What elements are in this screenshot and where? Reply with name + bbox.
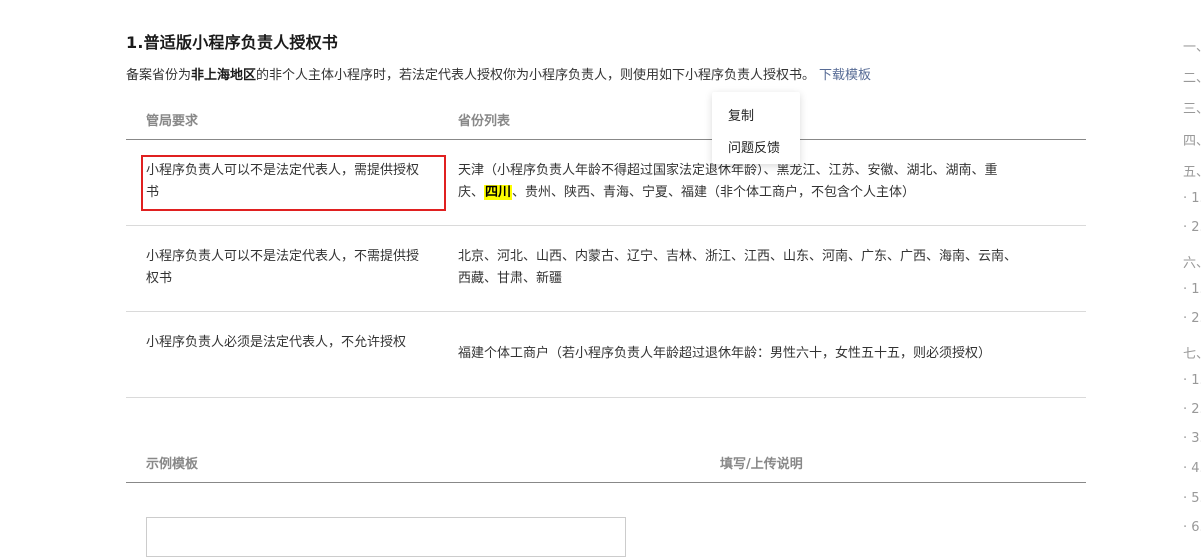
toc-item[interactable]: · 1. — [1183, 282, 1201, 297]
toc-item[interactable]: · 3. — [1183, 431, 1201, 446]
toc-item[interactable]: · 6. — [1183, 520, 1201, 535]
toc-item[interactable]: · 2. — [1183, 311, 1201, 326]
table-row-2-provinces: 北京、河北、山西、内蒙古、辽宁、吉林、浙江、江西、山东、河南、广东、广西、海南、… — [458, 246, 1078, 290]
row-divider — [126, 225, 1086, 226]
provinces-text: 庆、 — [458, 185, 485, 200]
row-divider — [126, 397, 1086, 398]
table-header-requirement: 管局要求 — [146, 114, 199, 129]
table-header-example: 示例模板 — [146, 457, 199, 472]
row-divider — [126, 311, 1086, 312]
toc-item[interactable]: · 2. — [1183, 402, 1201, 417]
provinces-line: 北京、河北、山西、内蒙古、辽宁、吉林、浙江、江西、山东、河南、广东、广西、海南、… — [458, 249, 1018, 264]
section-title: 1.普适版小程序负责人授权书 — [126, 33, 339, 52]
highlighted-text: 四川 — [484, 185, 513, 200]
intro-bold: 非上海地区 — [191, 68, 257, 83]
context-menu: 复制 问题反馈 — [712, 92, 800, 164]
intro-prefix: 备案省份为 — [126, 68, 192, 83]
toc-item[interactable]: 七、 — [1183, 343, 1201, 362]
toc-item[interactable]: · 5. — [1183, 491, 1201, 506]
table-row-2-requirement: 小程序负责人可以不是法定代表人，不需提供授权书 — [146, 249, 420, 286]
example-template-preview[interactable] — [146, 517, 626, 557]
toc-item[interactable]: · 1. — [1183, 373, 1201, 388]
provinces-line: 西藏、甘肃、新疆 — [458, 271, 563, 286]
toc-item[interactable]: 二、 — [1183, 67, 1201, 86]
menu-item-feedback[interactable]: 问题反馈 — [728, 137, 780, 156]
toc-item[interactable]: 五、 — [1183, 161, 1201, 180]
provinces-line: 庆、四川、贵州、陕西、青海、宁夏、福建（非个体工商户，不包含个人主体） — [458, 182, 1078, 204]
table-row-1-provinces: 天津（小程序负责人年龄不得超过国家法定退休年龄）、黑龙江、江苏、安徽、湖北、湖南… — [458, 160, 1078, 204]
toc-item[interactable]: · 4. — [1183, 461, 1201, 476]
toc-item[interactable]: 四、 — [1183, 130, 1201, 149]
toc-item[interactable]: · 2. — [1183, 220, 1201, 235]
toc-item[interactable]: · 1. — [1183, 191, 1201, 206]
provinces-text: 、贵州、陕西、青海、宁夏、福建（非个体工商户，不包含个人主体） — [512, 185, 916, 200]
download-template-link[interactable]: 下载模板 — [819, 68, 871, 83]
toc-item[interactable]: 三、 — [1183, 98, 1201, 117]
table-row-3-requirement: 小程序负责人必须是法定代表人，不允许授权 — [146, 335, 407, 350]
intro-suffix: 的非个人主体小程序时，若法定代表人授权你为小程序负责人，则使用如下小程序负责人授… — [256, 68, 816, 83]
table-header-provinces: 省份列表 — [458, 114, 511, 129]
selection-outline — [141, 155, 446, 211]
table-header-instructions: 填写/上传说明 — [720, 457, 803, 472]
table-header-divider — [126, 139, 1086, 140]
menu-item-copy[interactable]: 复制 — [728, 105, 754, 124]
table-row-3-provinces: 福建个体工商户（若小程序负责人年龄超过退休年龄：男性六十，女性五十五，则必须授权… — [458, 346, 992, 361]
toc-item[interactable]: 六、 — [1183, 252, 1201, 271]
intro-text: 备案省份为非上海地区的非个人主体小程序时，若法定代表人授权你为小程序负责人，则使… — [126, 64, 871, 83]
toc-item[interactable]: 一、 — [1183, 36, 1201, 55]
table-header-divider — [126, 482, 1086, 483]
